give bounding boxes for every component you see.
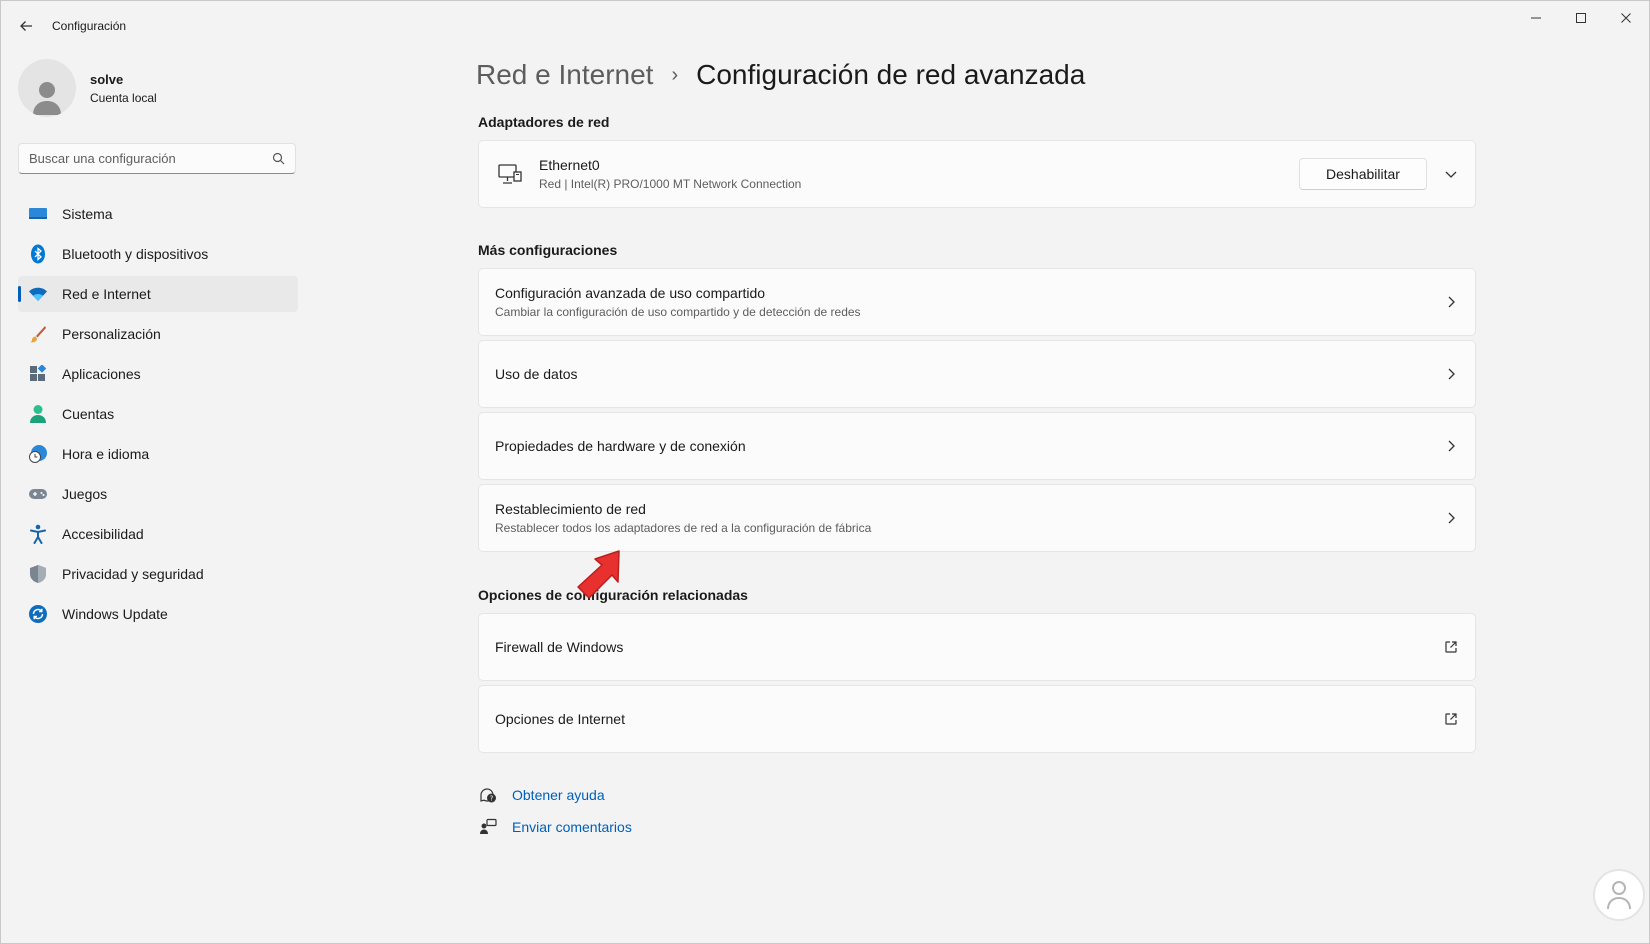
breadcrumb-parent[interactable]: Red e Internet (476, 59, 653, 91)
card-title: Restablecimiento de red (495, 501, 646, 517)
sidebar-item-cuentas[interactable]: Cuentas (18, 396, 298, 432)
bluetooth-icon (28, 244, 48, 264)
sidebar-nav: Sistema Bluetooth y dispositivos Red e I… (18, 196, 298, 636)
settings-window: Configuración solve Cuenta local Sistema (0, 0, 1650, 944)
get-help-label: Obtener ayuda (512, 787, 605, 803)
close-button[interactable] (1604, 7, 1648, 29)
section-title-more-settings: Más configuraciones (478, 242, 618, 258)
sidebar-item-bluetooth[interactable]: Bluetooth y dispositivos (18, 236, 298, 272)
sidebar-item-privacidad[interactable]: Privacidad y seguridad (18, 556, 298, 592)
shield-icon (28, 564, 48, 584)
chevron-down-icon[interactable] (1443, 166, 1459, 182)
brush-icon (28, 324, 48, 344)
card-title: Opciones de Internet (495, 711, 625, 727)
svg-text:?: ? (490, 795, 494, 803)
title-bar: Configuración (1, 1, 1649, 49)
update-icon (28, 604, 48, 624)
sidebar-item-label: Hora e idioma (62, 446, 150, 462)
profile-name: solve (90, 71, 124, 87)
avatar (18, 59, 76, 117)
close-icon (1621, 13, 1631, 23)
arrow-left-icon (20, 21, 32, 31)
open-external-icon (1443, 639, 1459, 655)
breadcrumb: Red e Internet › Configuración de red av… (476, 59, 1085, 91)
windows-firewall-card[interactable]: Firewall de Windows (478, 613, 1476, 681)
watermark-logo (1593, 869, 1645, 921)
sidebar-item-red-internet[interactable]: Red e Internet (18, 276, 298, 312)
card-title: Firewall de Windows (495, 639, 624, 655)
sidebar-item-label: Accesibilidad (62, 526, 144, 542)
adapter-description: Red | Intel(R) PRO/1000 MT Network Conne… (539, 177, 802, 191)
sidebar-item-label: Juegos (62, 486, 108, 502)
card-title: Uso de datos (495, 366, 578, 382)
search-box[interactable] (18, 143, 296, 174)
card-title: Propiedades de hardware y de conexión (495, 438, 746, 454)
sidebar-item-juegos[interactable]: Juegos (18, 476, 298, 512)
page-title: Configuración de red avanzada (696, 59, 1086, 90)
sidebar-item-accesibilidad[interactable]: Accesibilidad (18, 516, 298, 552)
minimize-button[interactable] (1514, 7, 1558, 29)
card-subtitle: Restablecer todos los adaptadores de red… (495, 521, 872, 535)
data-usage-card[interactable]: Uso de datos (478, 340, 1476, 408)
sidebar-item-label: Privacidad y seguridad (62, 566, 204, 582)
user-profile[interactable]: solve Cuenta local (18, 59, 157, 117)
adapter-card-ethernet0[interactable]: Ethernet0 Red | Intel(R) PRO/1000 MT Net… (478, 140, 1476, 208)
hardware-connection-properties-card[interactable]: Propiedades de hardware y de conexión (478, 412, 1476, 480)
back-button[interactable] (15, 15, 37, 37)
ethernet-adapter-icon (498, 164, 522, 184)
chevron-right-icon (1443, 510, 1459, 526)
sidebar-item-aplicaciones[interactable]: Aplicaciones (18, 356, 298, 392)
sidebar-item-label: Aplicaciones (62, 366, 141, 382)
advanced-sharing-settings-card[interactable]: Configuración avanzada de uso compartido… (478, 268, 1476, 336)
sidebar-item-label: Windows Update (62, 606, 168, 622)
get-help-link[interactable]: ? Obtener ayuda (478, 785, 605, 805)
sidebar-item-hora-idioma[interactable]: Hora e idioma (18, 436, 298, 472)
internet-options-card[interactable]: Opciones de Internet (478, 685, 1476, 753)
person-icon (28, 404, 48, 424)
send-feedback-label: Enviar comentarios (512, 819, 632, 835)
monitor-icon (28, 204, 48, 224)
accessibility-icon (28, 524, 48, 544)
annotation-arrow (577, 550, 620, 599)
send-feedback-link[interactable]: Enviar comentarios (478, 817, 632, 837)
profile-account-type: Cuenta local (90, 90, 157, 105)
sidebar-item-personalizacion[interactable]: Personalización (18, 316, 298, 352)
apps-icon (28, 364, 48, 384)
minimize-icon (1531, 17, 1541, 19)
globe-clock-icon (28, 444, 48, 464)
maximize-button[interactable] (1559, 7, 1603, 29)
wifi-icon (28, 284, 48, 304)
sidebar-item-label: Sistema (62, 206, 113, 222)
chevron-right-icon (1443, 366, 1459, 382)
sidebar-item-label: Personalización (62, 326, 161, 342)
card-subtitle: Cambiar la configuración de uso comparti… (495, 305, 861, 319)
sidebar-item-sistema[interactable]: Sistema (18, 196, 298, 232)
search-input[interactable] (29, 151, 272, 166)
search-icon (272, 152, 285, 165)
breadcrumb-separator: › (671, 63, 679, 86)
network-reset-card[interactable]: Restablecimiento de red Restablecer todo… (478, 484, 1476, 552)
section-title-adapters: Adaptadores de red (478, 114, 610, 130)
gamepad-icon (28, 484, 48, 504)
sidebar-item-label: Bluetooth y dispositivos (62, 246, 209, 262)
app-title: Configuración (52, 19, 127, 33)
feedback-icon (478, 817, 498, 837)
chevron-right-icon (1443, 294, 1459, 310)
sidebar-item-label: Cuentas (62, 406, 115, 422)
open-external-icon (1443, 711, 1459, 727)
adapter-name: Ethernet0 (539, 157, 600, 173)
card-title: Configuración avanzada de uso compartido (495, 285, 766, 301)
sidebar-item-windows-update[interactable]: Windows Update (18, 596, 298, 632)
user-silhouette-icon (33, 82, 61, 115)
sidebar-item-label: Red e Internet (62, 286, 151, 302)
person-silhouette-icon (1607, 881, 1631, 910)
maximize-icon (1576, 13, 1586, 23)
chevron-right-icon (1443, 438, 1459, 454)
disable-adapter-button[interactable]: Deshabilitar (1299, 158, 1427, 190)
help-icon: ? (478, 785, 498, 805)
